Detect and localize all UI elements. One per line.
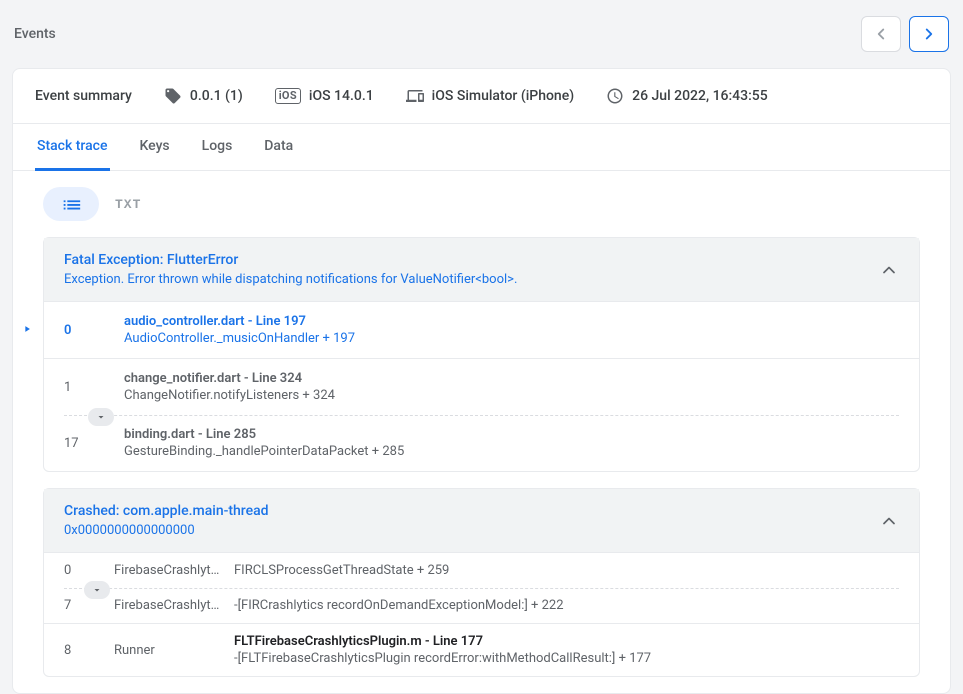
view-toggle: TXT <box>13 171 950 237</box>
frame-module: FirebaseCrashlyt… <box>114 563 234 578</box>
device-icon <box>406 87 424 105</box>
tab-data[interactable]: Data <box>262 124 295 171</box>
list-view-button[interactable] <box>43 187 99 221</box>
frame-method: AudioController._musicOnHandler + 197 <box>124 331 899 346</box>
event-summary-row: Event summary 0.0.1 (1) iOS iOS 14.0.1 i… <box>13 69 950 124</box>
event-nav <box>861 16 949 52</box>
active-frame-indicator <box>22 322 32 338</box>
chevron-left-icon <box>872 25 890 43</box>
frame-method: FIRCLSProcessGetThreadState + 259 <box>234 563 899 578</box>
frame-file: audio_controller.dart - Line 197 <box>124 314 899 329</box>
chevron-down-icon <box>95 411 107 423</box>
thread-panel-header[interactable]: Crashed: com.apple.main-thread 0x0000000… <box>44 489 919 552</box>
stack-frame-row[interactable]: 0 FirebaseCrashlyt… FIRCLSProcessGetThre… <box>44 552 919 588</box>
thread-title: Crashed: com.apple.main-thread <box>64 503 879 519</box>
datetime-item: 26 Jul 2022, 16:43:55 <box>606 87 768 105</box>
stack-frame-row[interactable]: 17 binding.dart - Line 285 GestureBindin… <box>44 415 919 471</box>
version-item: 0.0.1 (1) <box>164 87 243 105</box>
frame-file: change_notifier.dart - Line 324 <box>124 371 899 386</box>
frame-file: FLTFirebaseCrashlyticsPlugin.m - Line 17… <box>234 634 899 649</box>
os-item: iOS iOS 14.0.1 <box>275 88 374 104</box>
chevron-up-icon <box>879 260 899 280</box>
tab-stack-trace[interactable]: Stack trace <box>35 124 110 171</box>
exception-panel: Fatal Exception: FlutterError Exception.… <box>43 237 920 472</box>
event-card: Event summary 0.0.1 (1) iOS iOS 14.0.1 i… <box>12 68 951 694</box>
frame-number: 17 <box>64 436 124 451</box>
chevron-right-icon <box>920 25 938 43</box>
frame-method: -[FLTFirebaseCrashlyticsPlugin recordErr… <box>234 651 899 666</box>
device-value: iOS Simulator (iPhone) <box>432 88 574 104</box>
datetime-value: 26 Jul 2022, 16:43:55 <box>632 88 768 104</box>
tag-icon <box>164 87 182 105</box>
frame-number: 0 <box>64 323 124 338</box>
next-event-button[interactable] <box>909 16 949 52</box>
stack-frame-row[interactable]: 8 Runner FLTFirebaseCrashlyticsPlugin.m … <box>44 623 919 676</box>
frame-module: FirebaseCrashlyt… <box>114 598 234 613</box>
frame-number: 1 <box>64 380 124 395</box>
tab-keys[interactable]: Keys <box>138 124 172 171</box>
tabs: Stack trace Keys Logs Data <box>13 124 950 171</box>
prev-event-button[interactable] <box>861 16 901 52</box>
tab-logs[interactable]: Logs <box>200 124 235 171</box>
expand-frames-button[interactable] <box>84 581 110 599</box>
version-value: 0.0.1 (1) <box>190 88 243 104</box>
chevron-up-icon <box>879 511 899 531</box>
exception-subtitle: Exception. Error thrown while dispatchin… <box>64 272 879 287</box>
frame-method: GestureBinding._handlePointerDataPacket … <box>124 444 899 459</box>
ios-badge-icon: iOS <box>275 88 301 103</box>
expand-frames-button[interactable] <box>88 408 114 426</box>
exception-title: Fatal Exception: FlutterError <box>64 252 879 268</box>
exception-panel-header[interactable]: Fatal Exception: FlutterError Exception.… <box>44 238 919 301</box>
frame-number: 8 <box>64 643 114 658</box>
txt-view-button[interactable]: TXT <box>115 197 141 212</box>
frame-method: ChangeNotifier.notifyListeners + 324 <box>124 388 899 403</box>
device-item: iOS Simulator (iPhone) <box>406 87 574 105</box>
stack-frame-row[interactable]: 1 change_notifier.dart - Line 324 Change… <box>44 358 919 415</box>
event-summary-label: Event summary <box>35 88 132 104</box>
clock-icon <box>606 87 624 105</box>
page-title: Events <box>14 26 56 42</box>
list-icon <box>60 193 82 215</box>
thread-address: 0x0000000000000000 <box>64 523 879 538</box>
stack-frame-row[interactable]: 0 audio_controller.dart - Line 197 Audio… <box>44 301 919 358</box>
frame-method: -[FIRCrashlytics recordOnDemandException… <box>234 598 899 613</box>
frame-number: 0 <box>64 563 114 578</box>
thread-panel: Crashed: com.apple.main-thread 0x0000000… <box>43 488 920 677</box>
os-value: iOS 14.0.1 <box>309 88 374 104</box>
frame-module: Runner <box>114 643 234 658</box>
stack-frame-row[interactable]: 7 FirebaseCrashlyt… -[FIRCrashlytics rec… <box>44 588 919 623</box>
chevron-down-icon <box>91 584 103 596</box>
frame-file: binding.dart - Line 285 <box>124 427 899 442</box>
frame-number: 7 <box>64 598 114 613</box>
